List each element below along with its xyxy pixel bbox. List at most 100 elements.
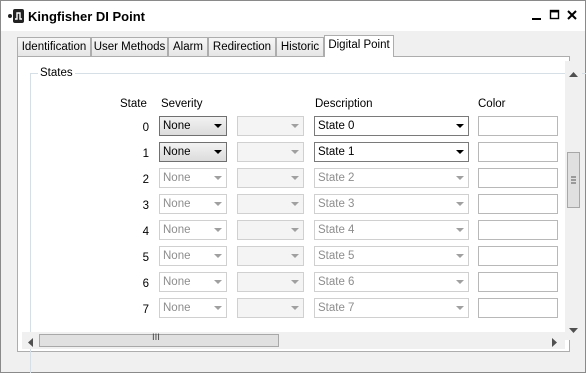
horizontal-scrollbar[interactable]: III [22,332,565,349]
severity-value: None [163,198,191,210]
vertical-scrollbar[interactable] [565,61,582,340]
state-number: 7 [142,304,149,316]
description-dropdown: State 3 [314,194,469,214]
scroll-left-icon[interactable] [27,336,33,350]
chevron-down-icon [214,228,222,232]
severity-dropdown: None [159,298,227,318]
secondary-dropdown [237,220,304,240]
chevron-down-icon [291,228,299,232]
tab-digital-point[interactable]: Digital Point [324,35,394,57]
severity-value: None [163,172,191,184]
vertical-scroll-thumb[interactable] [567,152,580,208]
chevron-down-icon [291,306,299,310]
chevron-down-icon [291,254,299,258]
tab-historic[interactable]: Historic [276,37,324,56]
state-number: 6 [142,278,149,290]
states-group-label: States [38,67,75,79]
states-scroll-area: States State Severity Description Color … [22,61,586,373]
close-button[interactable] [564,7,580,23]
state-number: 4 [142,226,149,238]
description-dropdown[interactable]: State 1 [314,142,469,162]
state-number: 5 [142,252,149,264]
chevron-down-icon [214,150,222,154]
scroll-grip: III [152,333,160,343]
severity-dropdown: None [159,194,227,214]
secondary-dropdown [237,116,304,136]
description-value: State 2 [318,172,355,184]
description-column-header: Description [315,98,373,110]
description-dropdown: State 7 [314,298,469,318]
severity-column-header: Severity [161,98,203,110]
state-column-header: State [120,98,147,110]
chevron-down-icon [456,124,464,128]
digital-point-icon [7,8,25,24]
color-swatch[interactable] [478,220,558,240]
description-dropdown[interactable]: State 0 [314,116,469,136]
horizontal-scroll-thumb[interactable]: III [39,333,279,347]
minimize-button[interactable] [529,7,545,23]
scroll-down-icon[interactable] [569,323,578,337]
point-properties-window: Kingfisher DI Point Identification User … [0,0,586,373]
description-value: State 5 [318,250,355,262]
severity-dropdown[interactable]: None [159,142,227,162]
severity-value: None [163,120,191,132]
tab-redirection[interactable]: Redirection [208,37,276,56]
chevron-down-icon [291,124,299,128]
state-number: 3 [142,200,149,212]
digital-point-panel: States State Severity Description Color … [17,56,586,373]
secondary-dropdown [237,246,304,266]
chevron-down-icon [456,306,464,310]
description-value: State 0 [318,120,355,132]
state-number: 2 [142,174,149,186]
severity-dropdown[interactable]: None [159,116,227,136]
color-swatch[interactable] [478,246,558,266]
color-swatch[interactable] [478,142,558,162]
description-dropdown: State 4 [314,220,469,240]
scroll-right-icon[interactable] [552,336,558,350]
severity-value: None [163,224,191,236]
description-dropdown: State 5 [314,246,469,266]
secondary-dropdown [237,142,304,162]
title-bar: Kingfisher DI Point [1,1,585,31]
scroll-up-icon[interactable] [569,66,578,80]
secondary-dropdown [237,168,304,188]
chevron-down-icon [291,176,299,180]
severity-dropdown: None [159,168,227,188]
chevron-down-icon [291,150,299,154]
description-value: State 4 [318,224,355,236]
chevron-down-icon [214,176,222,180]
chevron-down-icon [214,254,222,258]
tab-identification[interactable]: Identification [17,37,91,56]
state-number: 1 [142,148,149,160]
secondary-dropdown [237,272,304,292]
tab-user-methods[interactable]: User Methods [91,37,168,56]
chevron-down-icon [456,150,464,154]
description-value: State 3 [318,198,355,210]
chevron-down-icon [456,202,464,206]
state-number: 0 [142,122,149,134]
description-dropdown: State 6 [314,272,469,292]
description-value: State 7 [318,302,355,314]
maximize-button[interactable] [547,7,563,23]
color-swatch[interactable] [478,298,558,318]
color-swatch[interactable] [478,194,558,214]
color-swatch[interactable] [478,168,558,188]
severity-dropdown: None [159,220,227,240]
secondary-dropdown [237,298,304,318]
tab-alarm[interactable]: Alarm [168,37,208,56]
chevron-down-icon [456,176,464,180]
severity-value: None [163,250,191,262]
chevron-down-icon [456,228,464,232]
severity-value: None [163,302,191,314]
color-column-header: Color [478,98,506,110]
chevron-down-icon [291,202,299,206]
severity-value: None [163,276,191,288]
description-dropdown: State 2 [314,168,469,188]
chevron-down-icon [456,280,464,284]
chevron-down-icon [214,280,222,284]
severity-dropdown: None [159,246,227,266]
color-swatch[interactable] [478,116,558,136]
chevron-down-icon [214,202,222,206]
chevron-down-icon [214,124,222,128]
color-swatch[interactable] [478,272,558,292]
